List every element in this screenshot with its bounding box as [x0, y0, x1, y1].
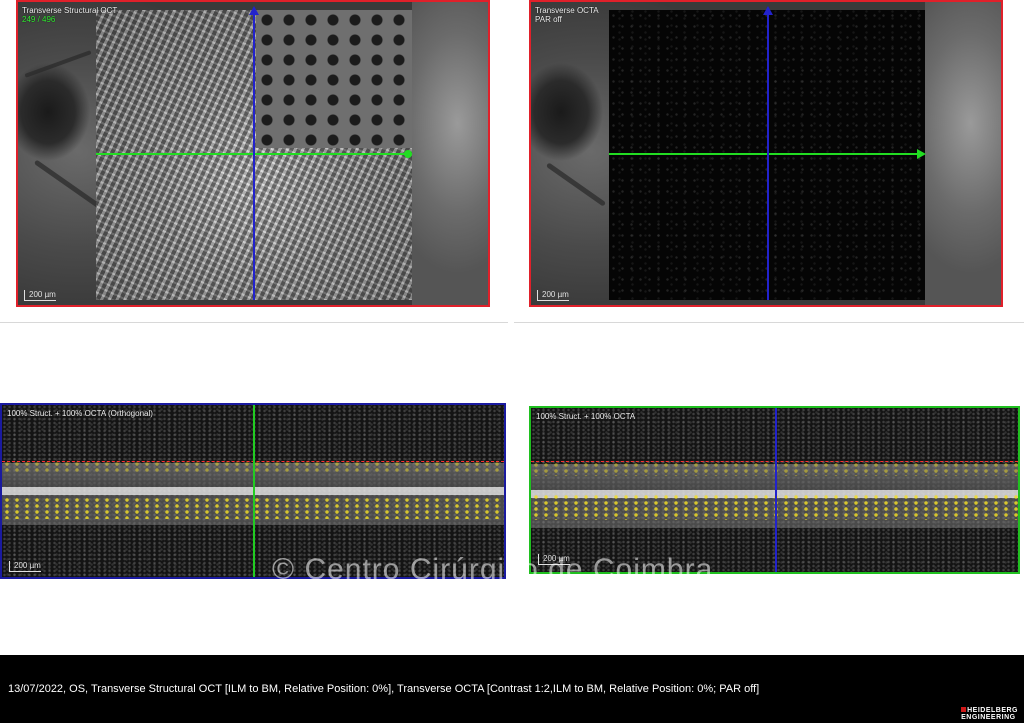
- panel-title: Transverse Structural OCT: [22, 6, 118, 15]
- panel-title: Transverse OCTA: [535, 6, 599, 15]
- heidelberg-logo: HEIDELBERG ENGINEERING: [961, 707, 1018, 721]
- vertical-scan-line[interactable]: [253, 14, 255, 300]
- scan-position-line[interactable]: [775, 408, 777, 572]
- structural-oct-dark-region: [256, 10, 412, 148]
- octa-panel[interactable]: Transverse OCTA PAR off 200 µm: [529, 0, 1003, 307]
- vertical-scan-line[interactable]: [767, 14, 769, 300]
- logo-mark-icon: [961, 707, 967, 712]
- slice-counter: 249 / 496: [22, 15, 56, 24]
- fundus-image-right: [412, 2, 488, 305]
- exam-info: 13/07/2022, OS, Transverse Structural OC…: [8, 683, 760, 695]
- scan-position-line[interactable]: [253, 405, 255, 577]
- logo-line2: ENGINEERING: [961, 714, 1016, 721]
- scale-bar: 200 µm: [9, 561, 41, 572]
- bscan-panel[interactable]: 100% Struct. + 100% OCTA 200 µm: [529, 406, 1020, 574]
- panel-divider: [0, 322, 508, 323]
- horizontal-scan-line[interactable]: [609, 153, 919, 155]
- panel-divider: [514, 322, 1024, 323]
- logo-line1: HEIDELBERG: [967, 707, 1018, 714]
- panel-title: 100% Struct. + 100% OCTA (Orthogonal): [7, 409, 153, 418]
- vertical-scan-arrow: [249, 6, 259, 15]
- info-footer: 13/07/2022, OS, Transverse Structural OC…: [0, 655, 1024, 723]
- panel-title: 100% Struct. + 100% OCTA: [536, 412, 636, 421]
- structural-oct-panel[interactable]: Transverse Structural OCT 249 / 496 200 …: [16, 0, 490, 307]
- par-status: PAR off: [535, 15, 562, 24]
- scan-line-endpoint[interactable]: [404, 150, 412, 158]
- vertical-scan-arrow: [763, 6, 773, 15]
- fundus-image-right: [925, 2, 1001, 305]
- scale-bar: 200 µm: [24, 290, 56, 301]
- scale-bar: 200 µm: [537, 290, 569, 301]
- horizontal-scan-arrow: [917, 149, 926, 159]
- copyright-watermark: © Centro Cirúrgico de Coimbra: [272, 553, 714, 586]
